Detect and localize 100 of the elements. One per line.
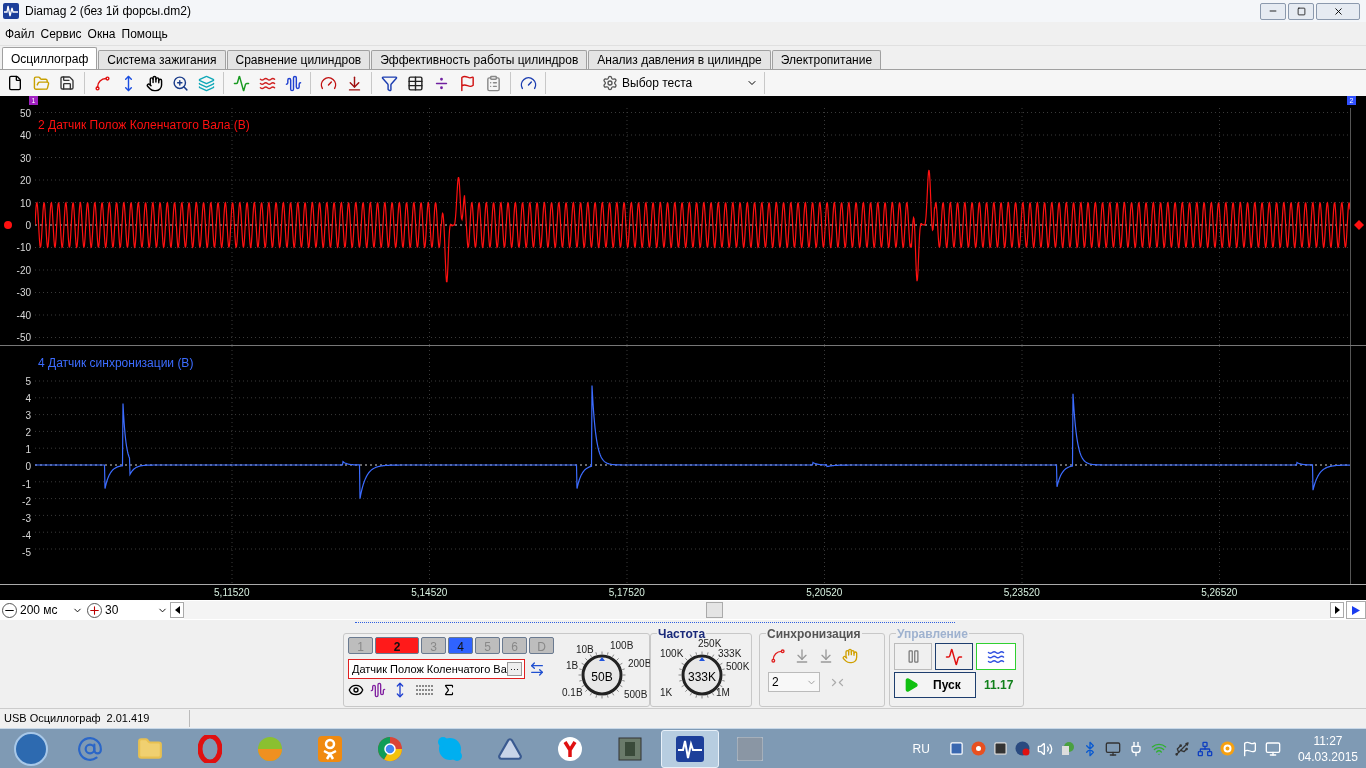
channel-button[interactable]: 4	[448, 637, 473, 654]
flag-icon[interactable]	[1241, 740, 1258, 757]
menu-item[interactable]: Окна	[84, 24, 119, 43]
square-icon[interactable]	[948, 741, 964, 756]
trace-title: 4 Датчик синхронизации (В)	[38, 355, 194, 372]
layers-icon	[197, 74, 215, 92]
y-axis-label: 2	[25, 427, 31, 440]
scroll-left-button[interactable]	[170, 602, 184, 618]
tab[interactable]: Система зажигания	[98, 50, 226, 69]
time-scale-select[interactable]: 200 мс	[17, 601, 83, 619]
tab[interactable]: Электропитание	[771, 50, 882, 69]
device-name: USB Осциллограф	[4, 712, 101, 725]
left-arrow-icon	[174, 606, 180, 614]
clipboard-icon	[484, 74, 502, 92]
curve-icon	[93, 74, 111, 92]
y-axis-label: -10	[16, 242, 31, 255]
ball-icon	[257, 735, 283, 762]
scroll-right-button[interactable]	[1330, 602, 1344, 618]
level-marker-icon	[1354, 220, 1364, 230]
start-orb[interactable]	[14, 731, 48, 766]
eye-icon[interactable]	[348, 682, 364, 698]
network-icon[interactable]	[1196, 740, 1213, 757]
filter-icon	[380, 74, 398, 92]
reading: 11.17	[984, 677, 1014, 694]
y-axis-label: 30	[19, 152, 31, 165]
rising-edge-icon[interactable]	[770, 648, 786, 664]
dial-label: 0.1В	[562, 687, 583, 698]
waveform-icon[interactable]	[370, 682, 386, 698]
pause-icon	[905, 649, 921, 664]
square-icon[interactable]	[992, 741, 1008, 756]
step-down-icon[interactable]	[818, 648, 834, 664]
gauge-icon	[319, 74, 337, 92]
gear-icon	[602, 75, 618, 91]
start-button[interactable]: Пуск	[894, 672, 976, 698]
dial-label: 500K	[726, 661, 750, 672]
folder-icon	[32, 74, 50, 92]
ring-icon[interactable]	[1219, 741, 1235, 756]
close-icon	[1332, 5, 1344, 17]
menu-item[interactable]: Помощь	[118, 24, 171, 43]
multi-trace-button[interactable]	[976, 643, 1016, 670]
y-axis-label: 40	[19, 130, 31, 143]
maximize-icon	[1296, 6, 1306, 16]
globe-icon[interactable]	[1014, 741, 1030, 756]
y-axis-label: -3	[22, 512, 31, 525]
channel-name-field[interactable]: Датчик Полож Коленчатого Ва ···	[348, 659, 525, 679]
zoom-select[interactable]: 30	[102, 601, 168, 619]
close-button[interactable]	[1316, 2, 1360, 20]
channel-button[interactable]: 2	[375, 637, 419, 654]
monitor-icon[interactable]	[1104, 740, 1121, 757]
taskbar-app[interactable]	[661, 729, 719, 768]
menu-item[interactable]: Файл	[2, 24, 38, 43]
waveform-icon	[284, 74, 302, 92]
record-icon[interactable]	[970, 741, 986, 756]
play-button[interactable]	[1346, 601, 1366, 619]
knob-value: 50В	[590, 669, 614, 686]
menu-item[interactable]: Сервис	[37, 24, 85, 43]
swap-icon[interactable]	[529, 661, 545, 677]
y-axis-label: -5	[22, 546, 31, 559]
y-axis-label: -2	[22, 495, 31, 508]
maximize-button[interactable]	[1288, 2, 1314, 20]
x-axis-label: 5,23520	[1002, 586, 1041, 600]
monitor-icon[interactable]	[1264, 740, 1281, 757]
bin-icon[interactable]	[1059, 741, 1075, 756]
step-up-icon[interactable]	[794, 648, 810, 664]
function-icon[interactable]	[442, 683, 456, 697]
zoom-in-icon	[171, 74, 189, 92]
tab[interactable]: Осциллограф	[2, 47, 98, 69]
dial-label: 200В	[628, 658, 652, 669]
tab[interactable]: Сравнение цилиндров	[226, 50, 371, 69]
speaker-icon[interactable]	[1036, 740, 1053, 757]
figure-icon	[318, 735, 342, 762]
waveform-icon	[232, 74, 250, 92]
y-axis-label: -40	[16, 309, 31, 322]
scroll-thumb[interactable]	[706, 602, 723, 618]
dial-label: 500В	[624, 689, 648, 700]
usb-icon[interactable]	[1173, 740, 1190, 757]
level-marker-icon	[3, 220, 13, 230]
flag-icon	[458, 74, 476, 92]
minimize-button[interactable]	[1260, 2, 1286, 20]
save-icon	[59, 75, 75, 91]
sine-mode-button[interactable]	[935, 643, 973, 670]
dial-label: 100K	[660, 648, 684, 659]
waveform-icon	[676, 735, 704, 762]
sync-channel-select[interactable]: 2	[768, 672, 820, 692]
x-axis-label: 5,26520	[1200, 586, 1239, 600]
hand-icon	[145, 74, 163, 92]
y-axis-label: 5	[25, 376, 31, 388]
test-select[interactable]: Выбор теста	[600, 72, 760, 94]
triangle-icon	[497, 735, 523, 762]
y-axis-label: 20	[19, 175, 31, 188]
y-axis-label: -1	[22, 478, 31, 491]
y-axis-label: -4	[22, 529, 31, 542]
tab[interactable]: Анализ давления в цилиндре	[588, 50, 771, 69]
browse-button[interactable]: ···	[506, 662, 522, 676]
y-axis-label: 0	[25, 219, 31, 232]
tab[interactable]: Эффективность работы цилиндров	[371, 50, 588, 69]
y-axis-label: 10	[19, 197, 31, 210]
y-axis-label: -50	[16, 331, 31, 344]
splitter-bar[interactable]	[355, 620, 955, 623]
line-style-icon[interactable]	[414, 682, 436, 698]
